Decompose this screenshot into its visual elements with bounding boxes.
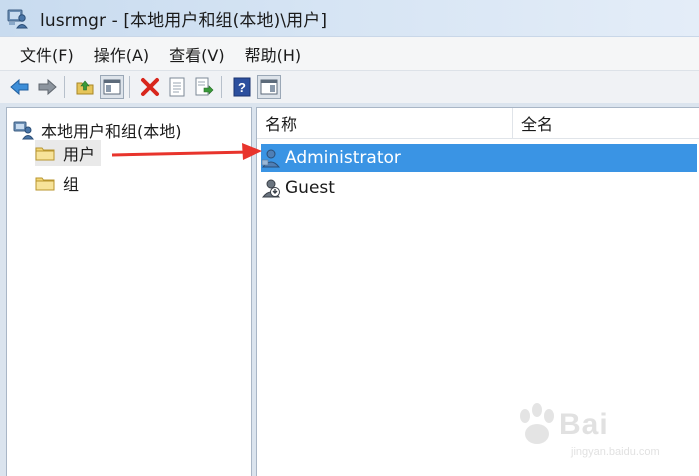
users-management-icon xyxy=(7,9,28,29)
tree-node-users-label: 用户 xyxy=(63,145,96,164)
menu-help[interactable]: 帮助(H) xyxy=(245,42,302,66)
toolbar-separator xyxy=(221,76,222,98)
title-bar: lusrmgr - [本地用户和组(本地)\用户] xyxy=(0,0,699,36)
delete-button[interactable] xyxy=(138,75,162,99)
user-name: Administrator xyxy=(285,148,401,168)
export-list-icon xyxy=(195,77,214,96)
watermark-subtext: jingyan.baidu.com xyxy=(571,446,660,458)
forward-arrow-icon xyxy=(38,78,57,96)
show-hide-console-tree-button[interactable] xyxy=(100,75,124,99)
delete-icon xyxy=(141,78,159,96)
tree-node-groups[interactable]: 组 xyxy=(35,170,79,196)
paw-logo-icon xyxy=(520,403,554,444)
properties-icon xyxy=(169,77,185,97)
tree-root[interactable]: 本地用户和组(本地) xyxy=(13,118,182,142)
up-one-level-button[interactable] xyxy=(73,75,97,99)
help-icon: ? xyxy=(233,77,251,97)
window-title: lusrmgr - [本地用户和组(本地)\用户] xyxy=(40,10,328,31)
list-item-administrator[interactable]: Administrator xyxy=(261,144,697,172)
column-fullname[interactable]: 全名 xyxy=(513,108,699,138)
list-item-guest[interactable]: Guest xyxy=(261,174,335,202)
column-name[interactable]: 名称 xyxy=(257,108,513,138)
back-arrow-icon xyxy=(10,78,29,96)
user-icon xyxy=(261,149,281,168)
back-button[interactable] xyxy=(8,75,32,99)
baidu-watermark: Bai jingyan.baidu.com xyxy=(513,402,673,466)
disabled-user-icon xyxy=(261,179,281,198)
help-button[interactable]: ? xyxy=(230,75,254,99)
show-hide-action-pane-button[interactable] xyxy=(257,75,281,99)
svg-text:?: ? xyxy=(238,80,246,95)
show-hide-action-pane-icon xyxy=(260,79,278,95)
toolbar-separator xyxy=(129,76,130,98)
toolbar: ? xyxy=(0,70,699,104)
folder-icon xyxy=(35,177,55,191)
local-users-groups-icon xyxy=(13,121,34,140)
properties-button[interactable] xyxy=(165,75,189,99)
lusrmgr-window: lusrmgr - [本地用户和组(本地)\用户] 文件(F) 操作(A) 查看… xyxy=(0,0,699,476)
folder-icon xyxy=(35,147,55,161)
menu-action[interactable]: 操作(A) xyxy=(94,42,149,66)
watermark-text: Bai xyxy=(559,408,609,441)
tree-node-groups-label: 组 xyxy=(63,175,80,194)
menu-view[interactable]: 查看(V) xyxy=(169,42,224,66)
user-name: Guest xyxy=(285,178,335,198)
export-list-button[interactable] xyxy=(192,75,216,99)
show-hide-console-tree-icon xyxy=(103,79,121,95)
tree-node-users[interactable]: 用户 xyxy=(35,140,102,166)
up-folder-icon xyxy=(76,80,94,95)
column-header: 名称 全名 xyxy=(257,108,699,139)
console-tree-pane: 本地用户和组(本地) 用户 组 xyxy=(6,107,252,476)
forward-button[interactable] xyxy=(35,75,59,99)
menu-bar: 文件(F) 操作(A) 查看(V) 帮助(H) xyxy=(0,36,699,71)
tree-root-label: 本地用户和组(本地) xyxy=(41,122,182,141)
menu-file[interactable]: 文件(F) xyxy=(20,42,74,66)
toolbar-separator xyxy=(64,76,65,98)
